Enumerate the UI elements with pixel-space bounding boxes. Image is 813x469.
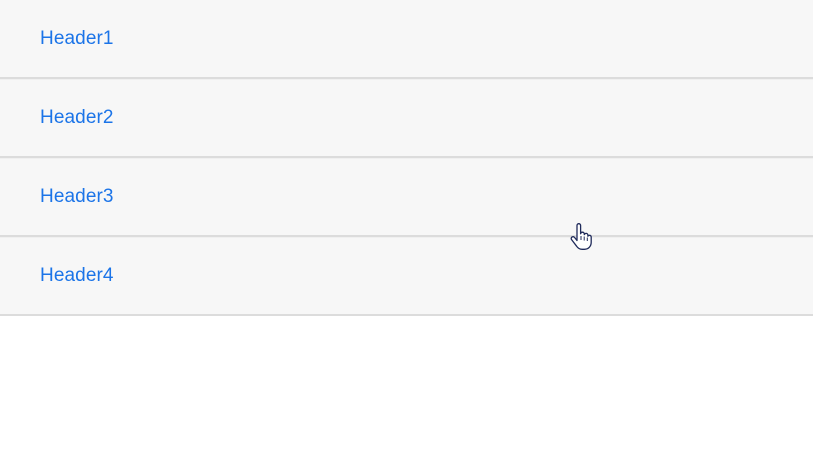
accordion-header-label: Header2 [40,107,114,128]
accordion-header-2[interactable]: Header2 [0,79,813,158]
accordion-header-label: Header1 [40,27,114,49]
accordion-header-label: Header3 [40,186,114,207]
accordion-header-label: Header4 [40,265,114,286]
accordion-header-4[interactable]: Header4 [0,237,813,316]
accordion: Header1 Header2 Header3 Header4 [0,0,813,316]
accordion-header-1[interactable]: Header1 [0,0,813,79]
accordion-header-3[interactable]: Header3 [0,158,813,237]
